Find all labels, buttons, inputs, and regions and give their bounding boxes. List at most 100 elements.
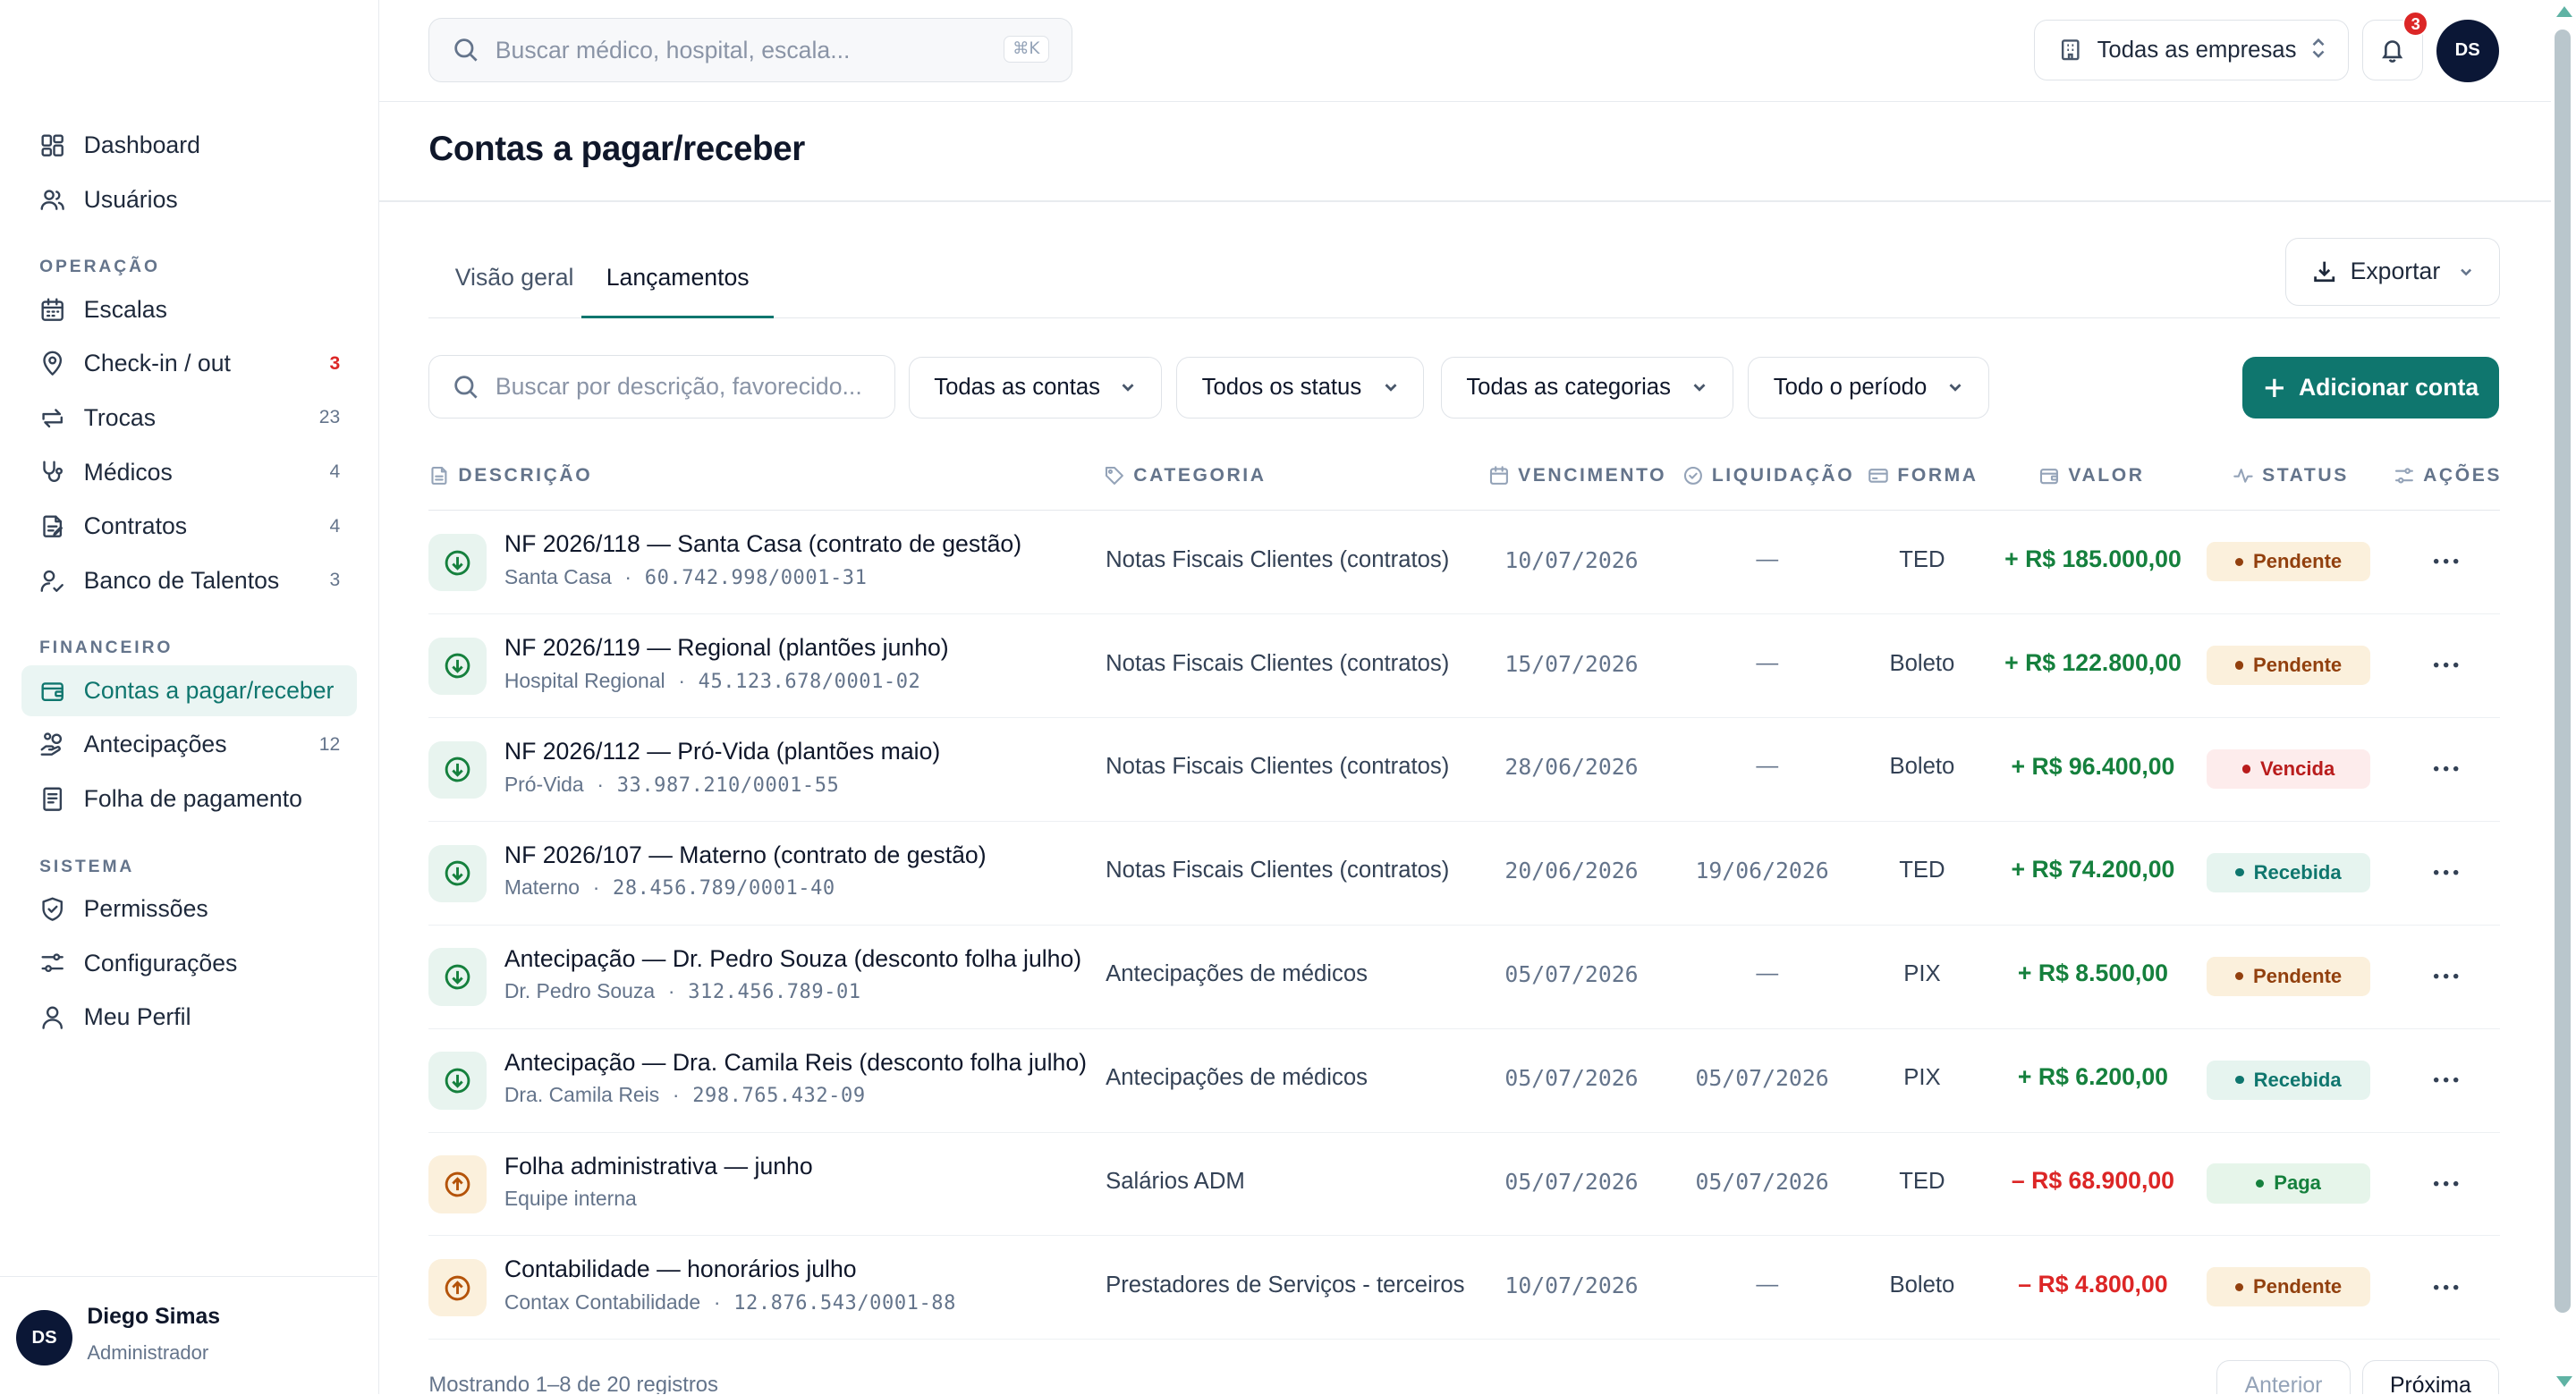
plus-icon <box>2263 376 2286 400</box>
company-selector[interactable]: Todas as empresas <box>2033 20 2350 80</box>
column-header-descricao[interactable]: DESCRIÇÃO <box>428 465 592 486</box>
party-name: Dra. Camila Reis <box>504 1083 660 1107</box>
export-button[interactable]: Exportar <box>2284 238 2501 306</box>
row-description[interactable]: NF 2026/118 — Santa Casa (contrato de ge… <box>504 530 1021 558</box>
sidebar-item-count: 23 <box>318 407 341 428</box>
sidebar-user[interactable]: DS Diego Simas Administrador <box>0 1276 378 1394</box>
sidebar-item-label: Contas a pagar/receber <box>83 676 335 704</box>
row-description[interactable]: Antecipação — Dra. Camila Reis (desconto… <box>504 1049 1087 1077</box>
more-actions-icon[interactable] <box>2427 1065 2466 1095</box>
sidebar-item-banco-de-talentos[interactable]: Banco de Talentos 3 <box>21 555 357 606</box>
more-actions-icon[interactable] <box>2427 547 2466 577</box>
chevron-down-icon <box>1118 377 1138 397</box>
sidebar-item-label: Banco de Talentos <box>83 566 280 594</box>
row-party: Dra. Camila Reis · 298.765.432-09 <box>504 1083 866 1107</box>
more-actions-icon[interactable] <box>2427 651 2466 681</box>
table-row[interactable]: NF 2026/119 — Regional (plantões junho) H… <box>428 614 2501 718</box>
row-description[interactable]: NF 2026/112 — Pró-Vida (plantões maio) <box>504 738 940 765</box>
add-account-button[interactable]: Adicionar conta <box>2242 356 2499 419</box>
sidebar-item-contas-a-pagar-receber[interactable]: Contas a pagar/receber <box>21 664 357 716</box>
column-header-vencimento[interactable]: VENCIMENTO <box>1488 465 1666 486</box>
scroll-up-arrow-icon[interactable] <box>2555 6 2572 18</box>
sidebar-nav: Dashboard Usuários OPERAÇÃO Escalas Check-in… <box>0 118 377 1046</box>
column-header-forma[interactable]: FORMA <box>1868 465 1978 486</box>
stethoscope-icon <box>39 459 65 485</box>
row-due-date: 05/07/2026 <box>1504 1065 1639 1092</box>
more-actions-icon[interactable] <box>2427 754 2466 783</box>
column-header-acoes[interactable]: AÇÕES <box>2394 465 2502 486</box>
filter-todo-o-periodo[interactable]: Todo o período <box>1748 356 1990 419</box>
scroll-down-arrow-icon[interactable] <box>2555 1376 2572 1387</box>
table-row[interactable]: Folha administrativa — junho Equipe inter… <box>428 1133 2501 1237</box>
next-page-button[interactable]: Próxima <box>2362 1359 2499 1395</box>
previous-page-button[interactable]: Anterior <box>2216 1359 2351 1395</box>
table-row[interactable]: NF 2026/118 — Santa Casa (contrato de ge… <box>428 511 2501 615</box>
filter-todas-as-categorias[interactable]: Todas as categorias <box>1440 356 1733 419</box>
user-avatar-button[interactable]: DS <box>2436 20 2499 82</box>
more-actions-icon[interactable] <box>2427 1169 2466 1198</box>
row-settlement-date: — <box>1756 754 1779 779</box>
row-party: Materno · 28.456.789/0001-40 <box>504 875 835 900</box>
table-row[interactable]: Antecipação — Dr. Pedro Souza (desconto … <box>428 926 2501 1029</box>
download-icon <box>2311 258 2337 284</box>
sidebar-item-permissoes[interactable]: Permissões <box>21 884 357 934</box>
row-category: Notas Fiscais Clientes (contratos) <box>1106 858 1450 884</box>
global-search-input[interactable] <box>495 36 956 64</box>
column-header-valor[interactable]: VALOR <box>2038 465 2144 486</box>
party-name: Pró-Vida <box>504 772 584 796</box>
list-search-input[interactable] <box>495 373 874 402</box>
row-description[interactable]: Antecipação — Dr. Pedro Souza (desconto … <box>504 945 1081 973</box>
table-row[interactable]: NF 2026/112 — Pró-Vida (plantões maio) Pr… <box>428 718 2501 822</box>
sidebar-item-check-in-out[interactable]: Check-in / out 3 <box>21 338 357 389</box>
column-header-liquidacao[interactable]: LIQUIDAÇÃO <box>1682 465 1854 486</box>
list-search[interactable] <box>428 354 895 419</box>
row-due-date: 10/07/2026 <box>1504 546 1639 573</box>
more-actions-icon[interactable] <box>2427 1272 2466 1302</box>
row-value: + R$ 6.200,00 <box>2017 1063 2168 1091</box>
export-label: Exportar <box>2350 258 2441 285</box>
global-search[interactable]: ⌘K <box>428 18 1073 82</box>
row-category: Antecipações de médicos <box>1106 1065 1368 1091</box>
sidebar-item-escalas[interactable]: Escalas <box>21 284 357 335</box>
credit-card-icon <box>1868 465 1889 486</box>
sidebar-item-meu-perfil[interactable]: Meu Perfil <box>21 992 357 1043</box>
more-actions-icon[interactable] <box>2427 961 2466 991</box>
shortcut-hint: ⌘K <box>1003 35 1049 63</box>
column-header-status[interactable]: STATUS <box>2233 465 2349 486</box>
row-due-date: 28/06/2026 <box>1504 754 1639 781</box>
column-header-categoria[interactable]: CATEGORIA <box>1104 465 1266 486</box>
row-party: Equipe interna <box>504 1187 637 1211</box>
row-description[interactable]: Contabilidade — honorários julho <box>504 1256 857 1283</box>
filter-label: Todos os status <box>1201 374 1362 400</box>
filter-label: Todas as contas <box>934 374 1100 400</box>
row-payment-method: Boleto <box>1889 1272 1955 1298</box>
party-document: 12.876.543/0001-88 <box>733 1292 956 1315</box>
tab-visao-geral[interactable]: Visão geral <box>455 238 574 317</box>
table-row[interactable]: Antecipação — Dra. Camila Reis (desconto… <box>428 1029 2501 1133</box>
filter-todas-as-contas[interactable]: Todas as contas <box>908 356 1162 419</box>
sidebar-item-label: Dashboard <box>83 131 200 159</box>
talent-icon <box>39 568 65 594</box>
table-row[interactable]: NF 2026/107 — Materno (contrato de gestã… <box>428 822 2501 926</box>
notifications-button[interactable]: 3 <box>2362 11 2429 80</box>
tab-lancamentos[interactable]: Lançamentos <box>581 238 775 319</box>
sidebar-item-configuracoes[interactable]: Configurações <box>21 938 357 989</box>
chevron-down-icon <box>1690 377 1709 397</box>
filter-todos-os-status[interactable]: Todos os status <box>1176 356 1425 419</box>
sidebar-item-trocas[interactable]: Trocas 23 <box>21 393 357 444</box>
row-description[interactable]: NF 2026/119 — Regional (plantões junho) <box>504 634 949 662</box>
sidebar-item-usuarios[interactable]: Usuários <box>21 174 357 225</box>
sidebar-item-contratos[interactable]: Contratos 4 <box>21 501 357 552</box>
sidebar-item-antecipacoes[interactable]: Antecipações 12 <box>21 719 357 770</box>
scrollbar-thumb[interactable] <box>2555 30 2572 1313</box>
sidebar-item-folha-de-pagamento[interactable]: Folha de pagamento <box>21 774 357 824</box>
row-value: + R$ 122.800,00 <box>2004 648 2182 676</box>
party-name: Materno <box>504 875 580 900</box>
separator-dot: · <box>713 1290 721 1315</box>
sidebar-item-medicos[interactable]: Médicos 4 <box>21 447 357 498</box>
table-row[interactable]: Contabilidade — honorários julho Contax C… <box>428 1236 2501 1340</box>
more-actions-icon[interactable] <box>2427 858 2466 887</box>
row-description[interactable]: Folha administrativa — junho <box>504 1153 813 1180</box>
sidebar-item-dashboard[interactable]: Dashboard <box>21 120 357 171</box>
row-description[interactable]: NF 2026/107 — Materno (contrato de gestã… <box>504 841 987 869</box>
